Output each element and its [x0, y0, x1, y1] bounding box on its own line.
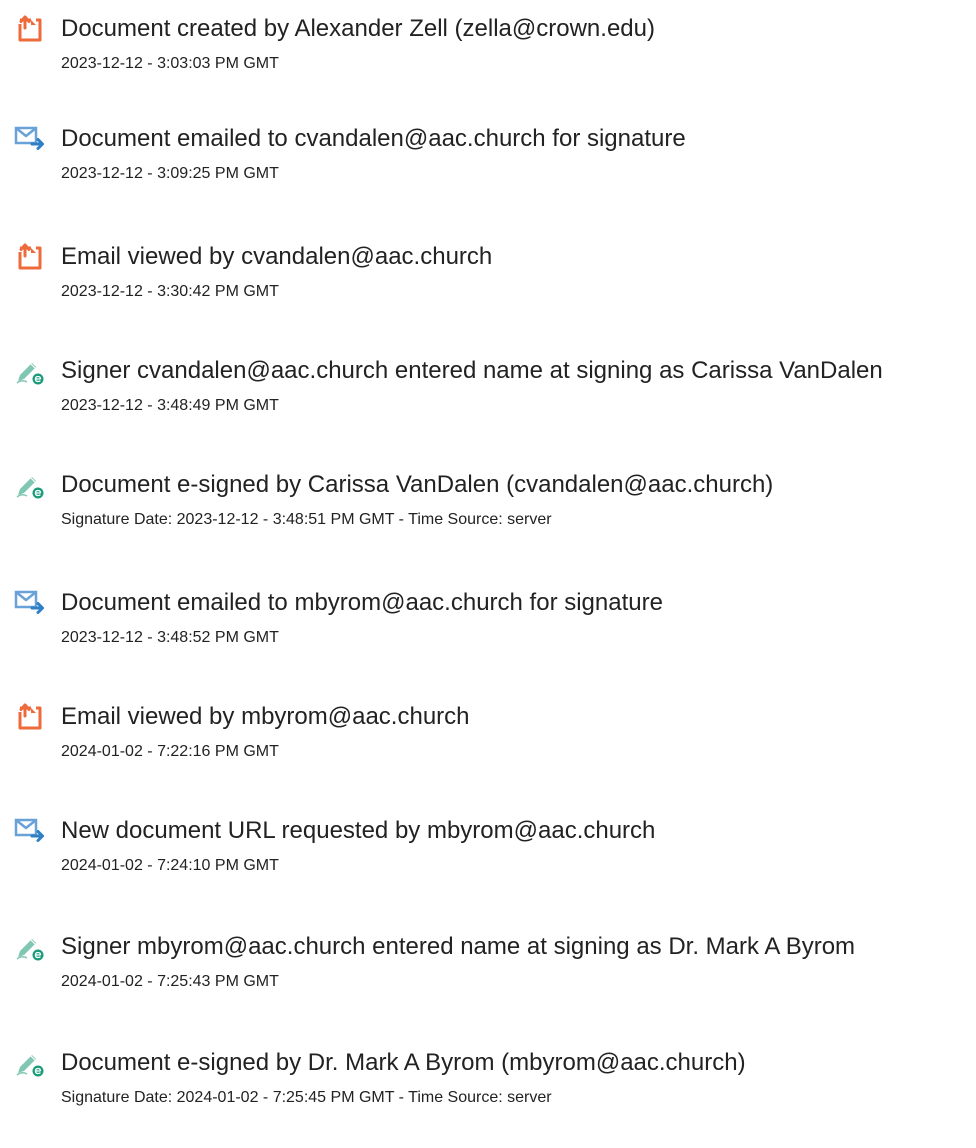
event-timestamp: 2023-12-12 - 3:03:03 PM GMT [61, 55, 279, 72]
event-title: Signer cvandalen@aac.church entered name… [61, 357, 883, 384]
document-viewed-icon [13, 702, 49, 732]
event-title: Document created by Alexander Zell (zell… [61, 15, 655, 42]
event-timestamp: Signature Date: 2024-01-02 - 7:25:45 PM … [61, 1089, 552, 1106]
audit-event: Document e-signed by Carissa VanDalen (c… [0, 470, 976, 570]
audit-event: Signer cvandalen@aac.church entered name… [0, 356, 976, 456]
audit-event: New document URL requested by mbyrom@aac… [0, 816, 976, 916]
audit-event: Document created by Alexander Zell (zell… [0, 14, 976, 114]
email-sent-icon [13, 124, 49, 154]
event-title: Document emailed to cvandalen@aac.church… [61, 125, 686, 152]
audit-event: Email viewed by cvandalen@aac.church 202… [0, 242, 976, 342]
event-title: Document emailed to mbyrom@aac.church fo… [61, 589, 663, 616]
signature-icon [13, 356, 49, 386]
event-title: Signer mbyrom@aac.church entered name at… [61, 933, 856, 960]
event-timestamp: 2023-12-12 - 3:48:49 PM GMT [61, 397, 279, 414]
event-timestamp: 2023-12-12 - 3:09:25 PM GMT [61, 165, 279, 182]
audit-event: Document e-signed by Dr. Mark A Byrom (m… [0, 1048, 976, 1148]
event-title: Document e-signed by Carissa VanDalen (c… [61, 471, 774, 498]
event-timestamp: 2023-12-12 - 3:48:52 PM GMT [61, 629, 279, 646]
event-title: New document URL requested by mbyrom@aac… [61, 817, 656, 844]
event-title: Email viewed by mbyrom@aac.church [61, 703, 470, 730]
event-timestamp: 2023-12-12 - 3:30:42 PM GMT [61, 283, 279, 300]
audit-event: Signer mbyrom@aac.church entered name at… [0, 932, 976, 1032]
event-title: Document e-signed by Dr. Mark A Byrom (m… [61, 1049, 746, 1076]
event-timestamp: 2024-01-02 - 7:24:10 PM GMT [61, 857, 279, 874]
document-created-icon [13, 14, 49, 44]
event-timestamp: Signature Date: 2023-12-12 - 3:48:51 PM … [61, 511, 552, 528]
signature-icon [13, 932, 49, 962]
email-sent-icon [13, 816, 49, 846]
audit-event: Document emailed to mbyrom@aac.church fo… [0, 588, 976, 688]
audit-event: Document emailed to cvandalen@aac.church… [0, 124, 976, 224]
audit-event: Email viewed by mbyrom@aac.church 2024-0… [0, 702, 976, 802]
signature-icon [13, 470, 49, 500]
signature-icon [13, 1048, 49, 1078]
event-timestamp: 2024-01-02 - 7:25:43 PM GMT [61, 973, 279, 990]
event-title: Email viewed by cvandalen@aac.church [61, 243, 493, 270]
event-timestamp: 2024-01-02 - 7:22:16 PM GMT [61, 743, 279, 760]
email-sent-icon [13, 588, 49, 618]
document-viewed-icon [13, 242, 49, 272]
